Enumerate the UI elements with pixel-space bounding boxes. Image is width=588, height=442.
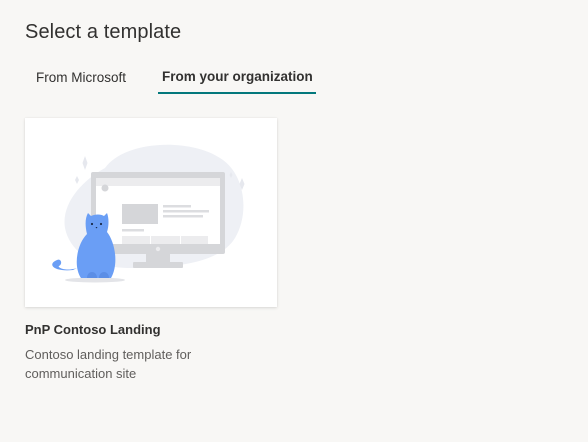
template-description: Contoso landing template for communicati…: [25, 347, 192, 381]
template-name: PnP Contoso Landing: [25, 322, 161, 337]
template-source-tabs: From Microsoft From your organization: [25, 60, 345, 96]
cat-with-monitor-illustration-icon: [52, 144, 245, 283]
template-card-pnp-contoso-landing[interactable]: [25, 118, 277, 307]
tab-from-microsoft[interactable]: From Microsoft: [32, 60, 140, 94]
tab-from-your-organization[interactable]: From your organization: [158, 60, 316, 94]
page-title: Select a template: [25, 21, 182, 43]
